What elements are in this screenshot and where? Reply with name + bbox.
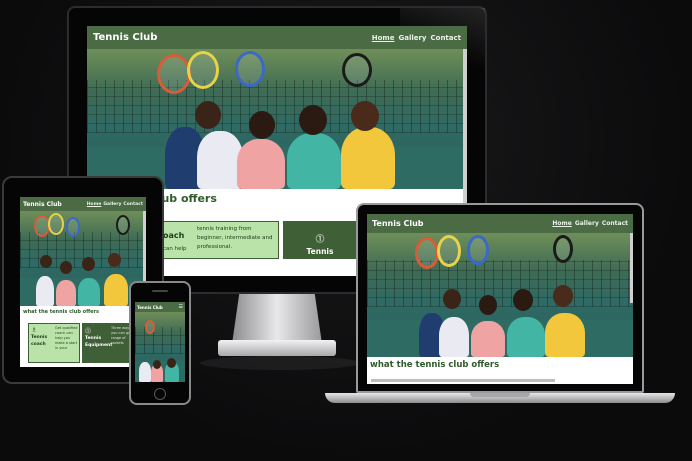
child-figure (287, 133, 341, 189)
laptop-notch (470, 393, 530, 397)
tablet-navbar: Tennis Club Home Gallery Contact (20, 197, 146, 211)
monitor-stand-base (218, 340, 336, 356)
phone-speaker (152, 290, 168, 292)
hero-image (87, 49, 467, 189)
coach-card-text: tennis training from beginner, intermedi… (197, 226, 273, 250)
responsive-mockup: Tennis Club Home Gallery Contact is club… (0, 0, 692, 461)
phone-brand[interactable]: Tennis Club (137, 305, 163, 310)
coach-sub-label: can help (163, 246, 187, 252)
tennis-racket-icon (157, 54, 191, 94)
nav-link-home[interactable]: Home (552, 220, 571, 227)
nav-link-gallery[interactable]: Gallery (575, 220, 599, 227)
nav-link-contact[interactable]: Contact (431, 34, 462, 42)
tablet-screen: Tennis Club Home Gallery Contact what th… (20, 197, 146, 367)
tablet-hero-image (20, 211, 146, 306)
equipment-label: Tennis Equipment (297, 247, 343, 267)
equipment-card[interactable]: ⓵ Tennis Equipment (283, 221, 357, 267)
tennis-racket-icon (342, 53, 372, 87)
laptop-navbar: Tennis Club Home Gallery Contact (367, 214, 633, 233)
monitor-stand (232, 294, 322, 344)
nav-link-contact[interactable]: Contact (123, 202, 143, 207)
phone-screen: Tennis Club ☰ (135, 302, 185, 382)
laptop-offers-heading: what the tennis club offers (370, 360, 500, 370)
laptop-hero-image (367, 233, 633, 357)
child-figure (341, 127, 395, 189)
nav-link-home[interactable]: Home (372, 34, 395, 42)
tablet-coach-label: Tennis coach (31, 335, 48, 347)
laptop-brand[interactable]: Tennis Club (372, 219, 424, 228)
laptop-screen: Tennis Club Home Gallery Contact what th… (367, 214, 633, 384)
phone-navbar: Tennis Club ☰ (135, 302, 185, 312)
coach-card[interactable]: tennis training from beginner, intermedi… (157, 221, 279, 259)
desktop-scrollbar[interactable] (463, 49, 467, 209)
nav-link-gallery[interactable]: Gallery (398, 34, 426, 42)
nav-link-contact[interactable]: Contact (602, 220, 628, 227)
phone-home-button[interactable] (154, 388, 166, 400)
nav-link-home[interactable]: Home (87, 202, 102, 207)
site-brand[interactable]: Tennis Club (93, 32, 157, 43)
coach-label: oach (163, 231, 185, 240)
tablet-offers-heading: what the tennis club offers (23, 309, 99, 315)
tablet-coach-card[interactable]: ♗ Tennis coach Get qualified coach can h… (28, 323, 80, 363)
child-figure (237, 139, 285, 189)
tennis-racket-icon (235, 51, 265, 87)
equipment-icon: ⓵ (315, 235, 325, 245)
menu-icon[interactable]: ☰ (179, 304, 183, 310)
tablet-brand[interactable]: Tennis Club (23, 201, 62, 208)
laptop-vertical-scrollbar[interactable] (630, 233, 633, 303)
nav-link-gallery[interactable]: Gallery (103, 202, 121, 207)
laptop-horizontal-scrollbar[interactable] (371, 379, 555, 382)
tablet-equipment-label: Tennis Equipment (85, 336, 113, 348)
tennis-racket-icon (187, 51, 219, 89)
desktop-navbar: Tennis Club Home Gallery Contact (87, 26, 467, 49)
phone-hero-image (135, 312, 185, 382)
tablet-coach-text: Get qualified coach can help you make a … (55, 326, 78, 350)
